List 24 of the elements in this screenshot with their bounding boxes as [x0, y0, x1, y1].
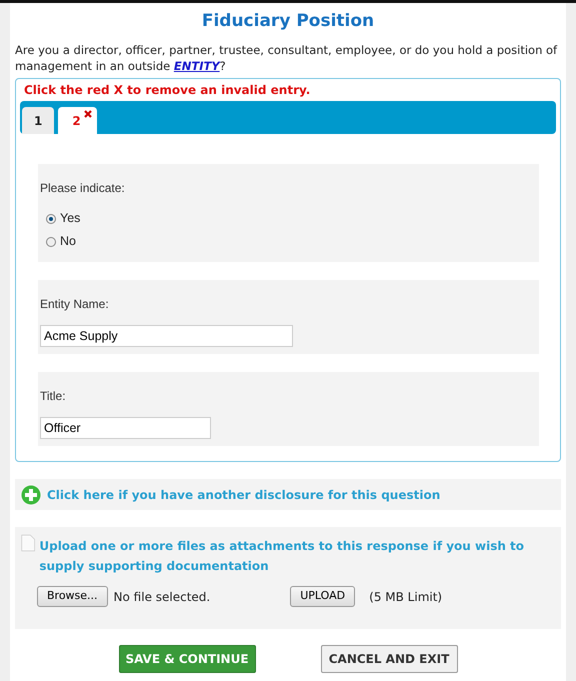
- field-label: Entity Name:: [40, 296, 110, 313]
- plus-icon[interactable]: [21, 484, 41, 505]
- error-message: Click the red X to remove an invalid entry.: [24, 82, 312, 100]
- browse-button[interactable]: Browse...: [37, 586, 108, 607]
- entity-link[interactable]: ENTITY: [174, 59, 220, 74]
- remove-icon[interactable]: [84, 110, 92, 118]
- save-button[interactable]: SAVE & CONTINUE: [118, 645, 256, 674]
- file-status: No file selected.: [114, 588, 210, 606]
- size-limit: (5 MB Limit): [369, 588, 442, 606]
- page-title: Fiduciary Position: [200, 11, 376, 32]
- question-text: Are you a director, officer, partner, trustee, consultant, employee, or do you hold a position of management in an outside ENTITY?: [15, 42, 558, 74]
- text-field[interactable]: Acme Supply: [40, 324, 293, 347]
- option-label: No: [60, 233, 76, 250]
- option-label: Yes: [60, 210, 80, 228]
- upload-button[interactable]: UPLOAD: [290, 586, 356, 607]
- field-label: Please indicate:: [40, 180, 126, 198]
- radio-button[interactable]: [46, 236, 56, 247]
- text-field[interactable]: Officer: [40, 416, 211, 439]
- radio-button[interactable]: [46, 214, 56, 224]
- field-label: Title:: [40, 388, 67, 405]
- entry-tab[interactable]: 2: [58, 107, 97, 134]
- cancel-button[interactable]: CANCEL AND EXIT: [320, 645, 458, 674]
- upload-instructions: Upload one or more files as attachments to this response if you wish to supply supporting documentation: [39, 538, 526, 576]
- entry-tab[interactable]: 1: [22, 107, 54, 134]
